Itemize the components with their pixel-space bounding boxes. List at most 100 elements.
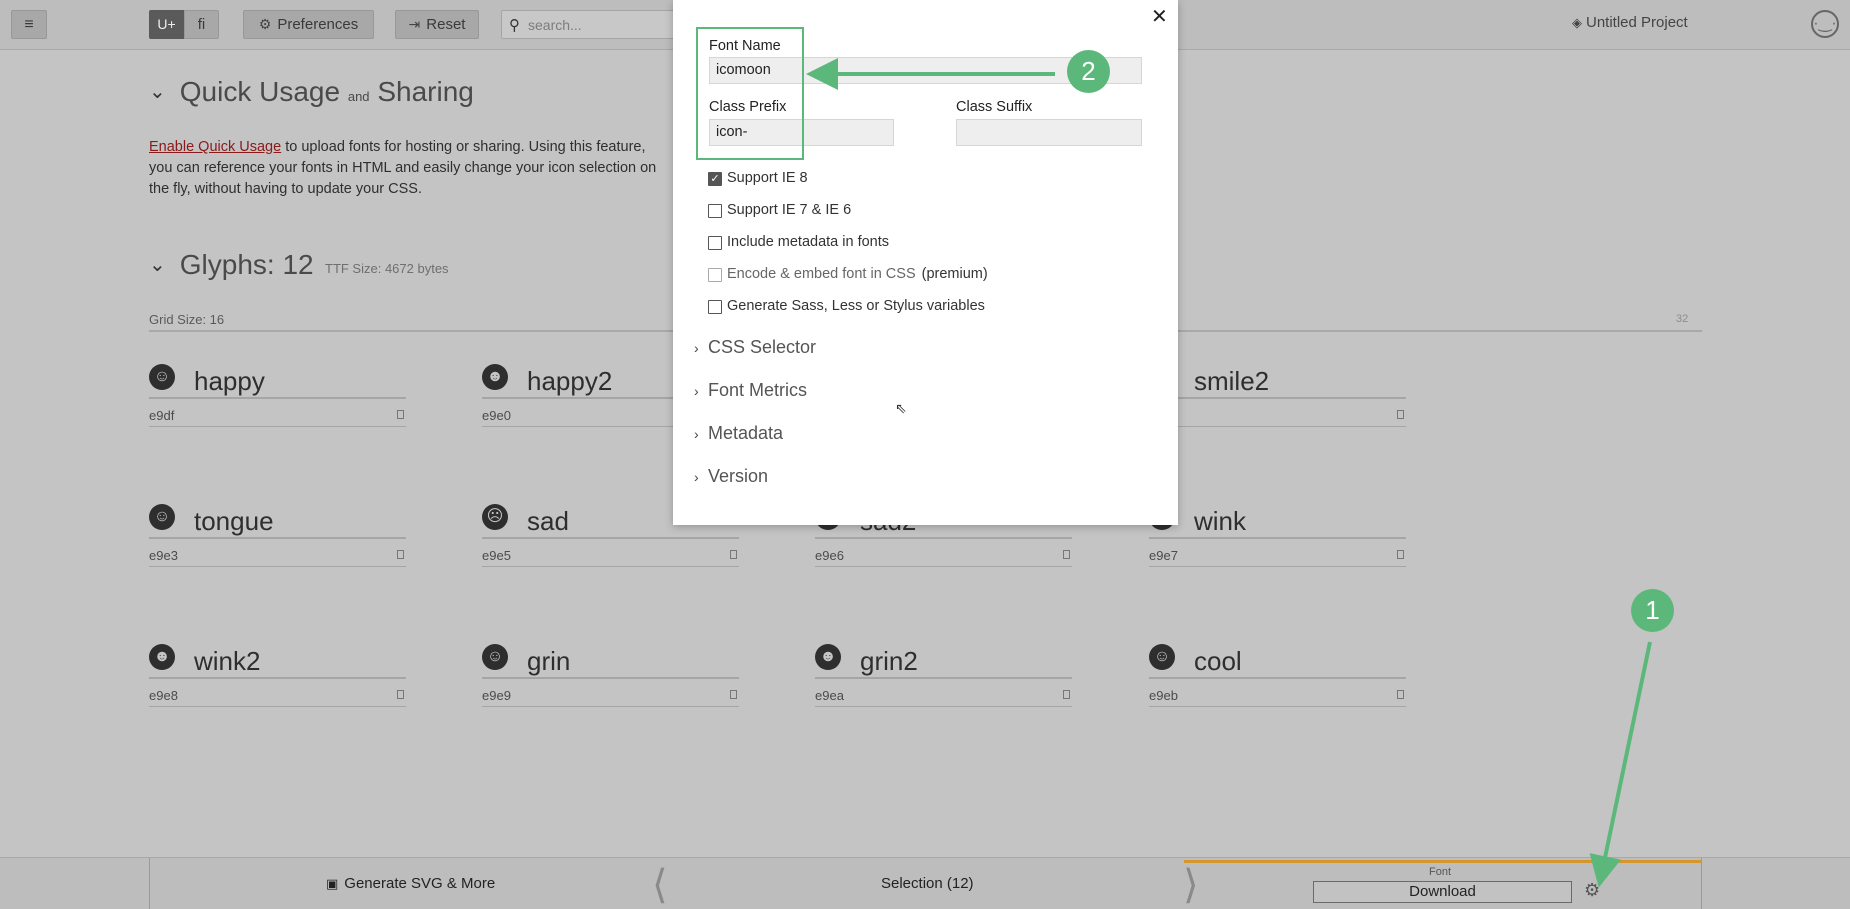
annotation-badge-2: 2 bbox=[1067, 50, 1110, 93]
glyph-code[interactable]: e9e7 bbox=[1149, 548, 1178, 563]
glyph-name[interactable]: happy bbox=[194, 366, 265, 397]
section-label: Metadata bbox=[708, 423, 784, 443]
quick-usage-title: Quick Usage bbox=[179, 76, 341, 107]
preferences-button[interactable]: ⚙ Preferences bbox=[243, 10, 374, 39]
glyph-name[interactable]: wink2 bbox=[194, 646, 260, 677]
glyph-name[interactable]: smile2 bbox=[1194, 366, 1269, 397]
face-icon: ·‿· bbox=[1813, 15, 1837, 32]
glyph-code[interactable]: e9df bbox=[149, 408, 174, 423]
glyph-card[interactable]: ☺ wink e9e7 bbox=[1149, 504, 1406, 594]
glyph-card[interactable]: ☺ happy e9df bbox=[149, 364, 406, 454]
download-button[interactable]: Download bbox=[1313, 881, 1572, 903]
glyph-preview-box bbox=[397, 690, 404, 699]
hamburger-menu-button[interactable]: ≡ bbox=[11, 10, 47, 39]
checkbox-label: Support IE 8 bbox=[727, 170, 808, 186]
generate-svg-button[interactable]: ▣ Generate SVG & More bbox=[326, 875, 495, 892]
chevron-left-icon[interactable]: ⟨ bbox=[652, 862, 668, 908]
glyph-code[interactable]: e9ea bbox=[815, 688, 844, 703]
search-icon: ⚲ bbox=[509, 17, 520, 34]
checkbox-label: Encode & embed font in CSS (premium) bbox=[727, 266, 988, 282]
checkbox-icon[interactable] bbox=[708, 268, 722, 282]
layers-icon: ◈ bbox=[1572, 15, 1582, 30]
glyph-card[interactable]: ☺ tongue e9e3 bbox=[149, 504, 406, 594]
font-settings-gear-icon[interactable]: ⚙ bbox=[1584, 880, 1600, 901]
quick-usage-and: and bbox=[347, 89, 370, 104]
glyph-code[interactable]: e9e5 bbox=[482, 548, 511, 563]
search-box: ⚲ bbox=[501, 10, 676, 39]
sharing-title: Sharing bbox=[377, 76, 474, 107]
glyph-preview-box bbox=[1063, 550, 1070, 559]
checkbox-label: Include metadata in fonts bbox=[727, 234, 890, 250]
metadata-section[interactable]: › Metadata bbox=[694, 423, 783, 444]
font-tab-indicator bbox=[1184, 860, 1702, 863]
glyph-preview-box bbox=[1397, 410, 1404, 419]
glyph-card[interactable]: ☺ cool e9eb bbox=[1149, 644, 1406, 734]
chevron-right-icon: › bbox=[694, 469, 699, 485]
user-avatar[interactable]: ·‿· bbox=[1811, 10, 1839, 38]
glyph-code[interactable]: e9e6 bbox=[815, 548, 844, 563]
glyph-name[interactable]: cool bbox=[1194, 646, 1242, 677]
glyph-preview-box bbox=[1397, 690, 1404, 699]
version-section[interactable]: › Version bbox=[694, 466, 768, 487]
grin2-icon: ☻ bbox=[815, 644, 841, 670]
glyph-name[interactable]: wink bbox=[1194, 506, 1246, 537]
reset-icon: ⇥ bbox=[408, 16, 421, 32]
class-suffix-input[interactable] bbox=[956, 119, 1142, 146]
glyph-name[interactable]: grin2 bbox=[860, 646, 918, 677]
enable-quick-usage-link[interactable]: Enable Quick Usage bbox=[149, 139, 281, 155]
arrow-to-settings bbox=[1589, 641, 1652, 888]
font-metrics-section[interactable]: › Font Metrics bbox=[694, 380, 807, 401]
ligature-mode-button[interactable]: fi bbox=[184, 10, 219, 39]
quick-usage-description: Enable Quick Usage to upload fonts for h… bbox=[149, 137, 659, 200]
class-suffix-label: Class Suffix bbox=[956, 99, 1033, 115]
cool-icon: ☺ bbox=[1149, 644, 1175, 670]
mouse-cursor-icon: ⇖ bbox=[895, 400, 907, 416]
glyph-preview-box bbox=[730, 550, 737, 559]
font-tab-label: Font bbox=[1429, 866, 1452, 878]
search-input[interactable] bbox=[528, 15, 668, 35]
chevron-right-icon: › bbox=[694, 426, 699, 442]
glyph-preview-box bbox=[397, 410, 404, 419]
checkbox-checked-icon[interactable]: ✓ bbox=[708, 172, 722, 186]
glyph-preview-box bbox=[1063, 690, 1070, 699]
bottom-bar: ▣ Generate SVG & More ⟨ Selection (12) ⟩ … bbox=[0, 857, 1850, 909]
section-label: Version bbox=[708, 466, 769, 486]
glyph-name[interactable]: sad bbox=[527, 506, 569, 537]
glyphs-heading[interactable]: ⌄ Glyphs: 12 bbox=[149, 249, 314, 281]
checkbox-icon[interactable] bbox=[708, 236, 722, 250]
glyph-preview-box bbox=[397, 550, 404, 559]
project-selector[interactable]: ◈ Untitled Project bbox=[1572, 14, 1688, 31]
glyph-card[interactable]: ☻ grin2 e9ea bbox=[815, 644, 1072, 734]
glyph-name[interactable]: happy2 bbox=[527, 366, 612, 397]
reset-button[interactable]: ⇥ Reset bbox=[395, 10, 479, 39]
checkbox-icon[interactable] bbox=[708, 204, 722, 218]
unicode-mode-button[interactable]: U+ bbox=[149, 10, 184, 39]
glyphs-title: Glyphs: 12 bbox=[179, 249, 314, 280]
grin-icon: ☺ bbox=[482, 644, 508, 670]
glyph-preview-box bbox=[730, 690, 737, 699]
quick-usage-heading[interactable]: ⌄ Quick Usage and Sharing bbox=[149, 76, 474, 108]
selection-button[interactable]: Selection (12) bbox=[881, 875, 974, 892]
glyph-code[interactable]: e9eb bbox=[1149, 688, 1178, 703]
chevron-right-icon: › bbox=[694, 340, 699, 356]
annotation-badge-1: 1 bbox=[1631, 589, 1674, 632]
glyph-name[interactable]: grin bbox=[527, 646, 570, 677]
checkbox-icon[interactable] bbox=[708, 300, 722, 314]
glyph-card[interactable]: ☻ smile2 bbox=[1149, 364, 1406, 454]
css-selector-section[interactable]: › CSS Selector bbox=[694, 337, 816, 358]
glyph-card[interactable]: ☻ wink2 e9e8 bbox=[149, 644, 406, 734]
wink2-icon: ☻ bbox=[149, 644, 175, 670]
glyph-code[interactable]: e9e9 bbox=[482, 688, 511, 703]
glyph-name[interactable]: tongue bbox=[194, 506, 274, 537]
glyph-card[interactable]: ☺ grin e9e9 bbox=[482, 644, 739, 734]
glyph-code[interactable]: e9e8 bbox=[149, 688, 178, 703]
grid-size-max: 32 bbox=[1676, 313, 1689, 325]
happy2-icon: ☻ bbox=[482, 364, 508, 390]
chevron-right-icon[interactable]: ⟩ bbox=[1183, 862, 1199, 908]
grid-size-label: Grid Size: 16 bbox=[149, 312, 225, 327]
chevron-down-icon: ⌄ bbox=[149, 254, 166, 276]
close-icon[interactable]: ✕ bbox=[1151, 4, 1168, 29]
glyph-code[interactable]: e9e0 bbox=[482, 408, 511, 423]
glyph-code[interactable]: e9e3 bbox=[149, 548, 178, 563]
reset-label: Reset bbox=[426, 16, 466, 33]
